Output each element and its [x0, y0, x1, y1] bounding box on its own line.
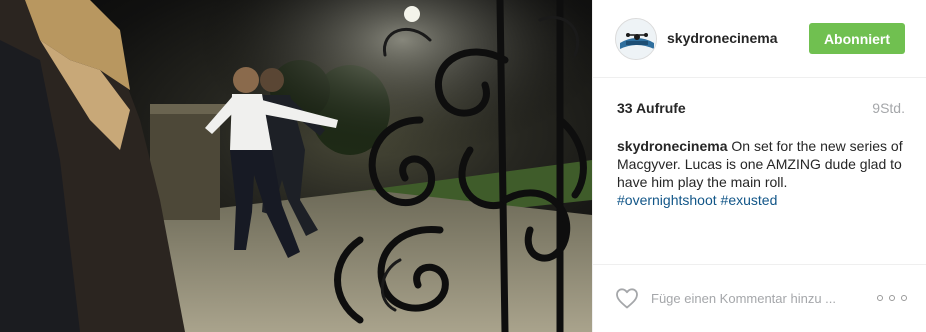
- hashtag-link[interactable]: #overnightshoot: [617, 192, 717, 208]
- user-avatar[interactable]: [615, 18, 657, 60]
- drone-avatar-icon: [616, 19, 656, 59]
- post-footer: [593, 264, 926, 332]
- post-stats: 33 Aufrufe 9Std.: [593, 96, 926, 120]
- view-count: 33 Aufrufe: [617, 100, 686, 116]
- post-side-panel: skydronecinema Abonniert 33 Aufrufe 9Std…: [592, 0, 926, 332]
- header-username[interactable]: skydronecinema: [667, 30, 778, 46]
- heart-icon[interactable]: [615, 287, 639, 309]
- post-caption: skydronecinema On set for the new series…: [617, 137, 907, 209]
- instagram-post: skydronecinema Abonniert 33 Aufrufe 9Std…: [0, 0, 926, 332]
- more-dot: [889, 295, 895, 301]
- post-video[interactable]: [0, 0, 592, 332]
- more-options-icon[interactable]: [877, 289, 907, 307]
- more-dot: [901, 295, 907, 301]
- post-time[interactable]: 9Std.: [872, 100, 905, 116]
- comment-input[interactable]: [651, 287, 863, 309]
- video-frame: [0, 0, 592, 332]
- follow-button[interactable]: Abonniert: [809, 23, 905, 54]
- more-dot: [877, 295, 883, 301]
- post-header: skydronecinema Abonniert: [593, 0, 926, 78]
- caption-username[interactable]: skydronecinema: [617, 138, 728, 154]
- hashtag-link[interactable]: #exusted: [721, 192, 778, 208]
